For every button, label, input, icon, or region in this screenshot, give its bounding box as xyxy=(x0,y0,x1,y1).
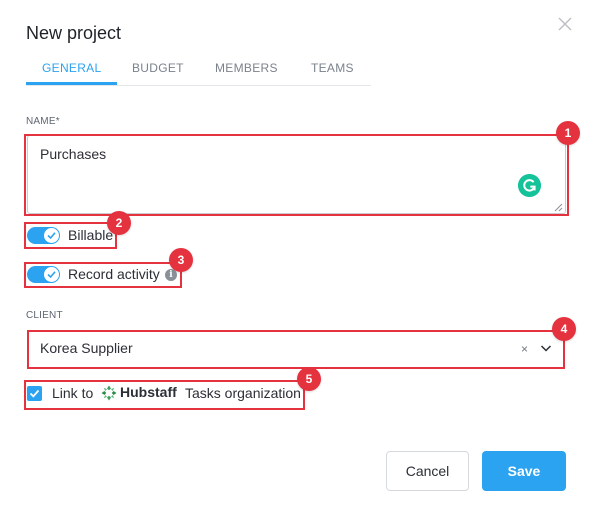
active-tab-indicator xyxy=(26,82,117,85)
annotation-box-client xyxy=(27,330,565,369)
save-button[interactable]: Save xyxy=(482,451,566,491)
annotation-box-name xyxy=(24,134,569,216)
dialog-title: New project xyxy=(26,23,122,43)
tab-budget[interactable]: BUDGET xyxy=(132,61,184,75)
annotation-badge-1: 1 xyxy=(556,121,580,145)
name-label: NAME* xyxy=(26,116,60,127)
tab-general[interactable]: GENERAL xyxy=(42,61,101,75)
annotation-badge-3: 3 xyxy=(169,248,193,272)
tab-bar: GENERAL BUDGET MEMBERS TEAMS xyxy=(26,60,371,86)
cancel-button[interactable]: Cancel xyxy=(386,451,469,491)
close-icon[interactable] xyxy=(556,15,574,33)
annotation-box-record-activity xyxy=(24,262,182,288)
tab-members[interactable]: MEMBERS xyxy=(215,61,278,75)
annotation-box-billable xyxy=(24,222,117,249)
annotation-badge-4: 4 xyxy=(552,317,576,341)
annotation-box-link xyxy=(24,380,305,410)
tab-teams[interactable]: TEAMS xyxy=(311,61,354,75)
annotation-badge-2: 2 xyxy=(107,211,131,235)
client-label: CLIENT xyxy=(26,310,63,321)
annotation-badge-5: 5 xyxy=(297,367,321,391)
